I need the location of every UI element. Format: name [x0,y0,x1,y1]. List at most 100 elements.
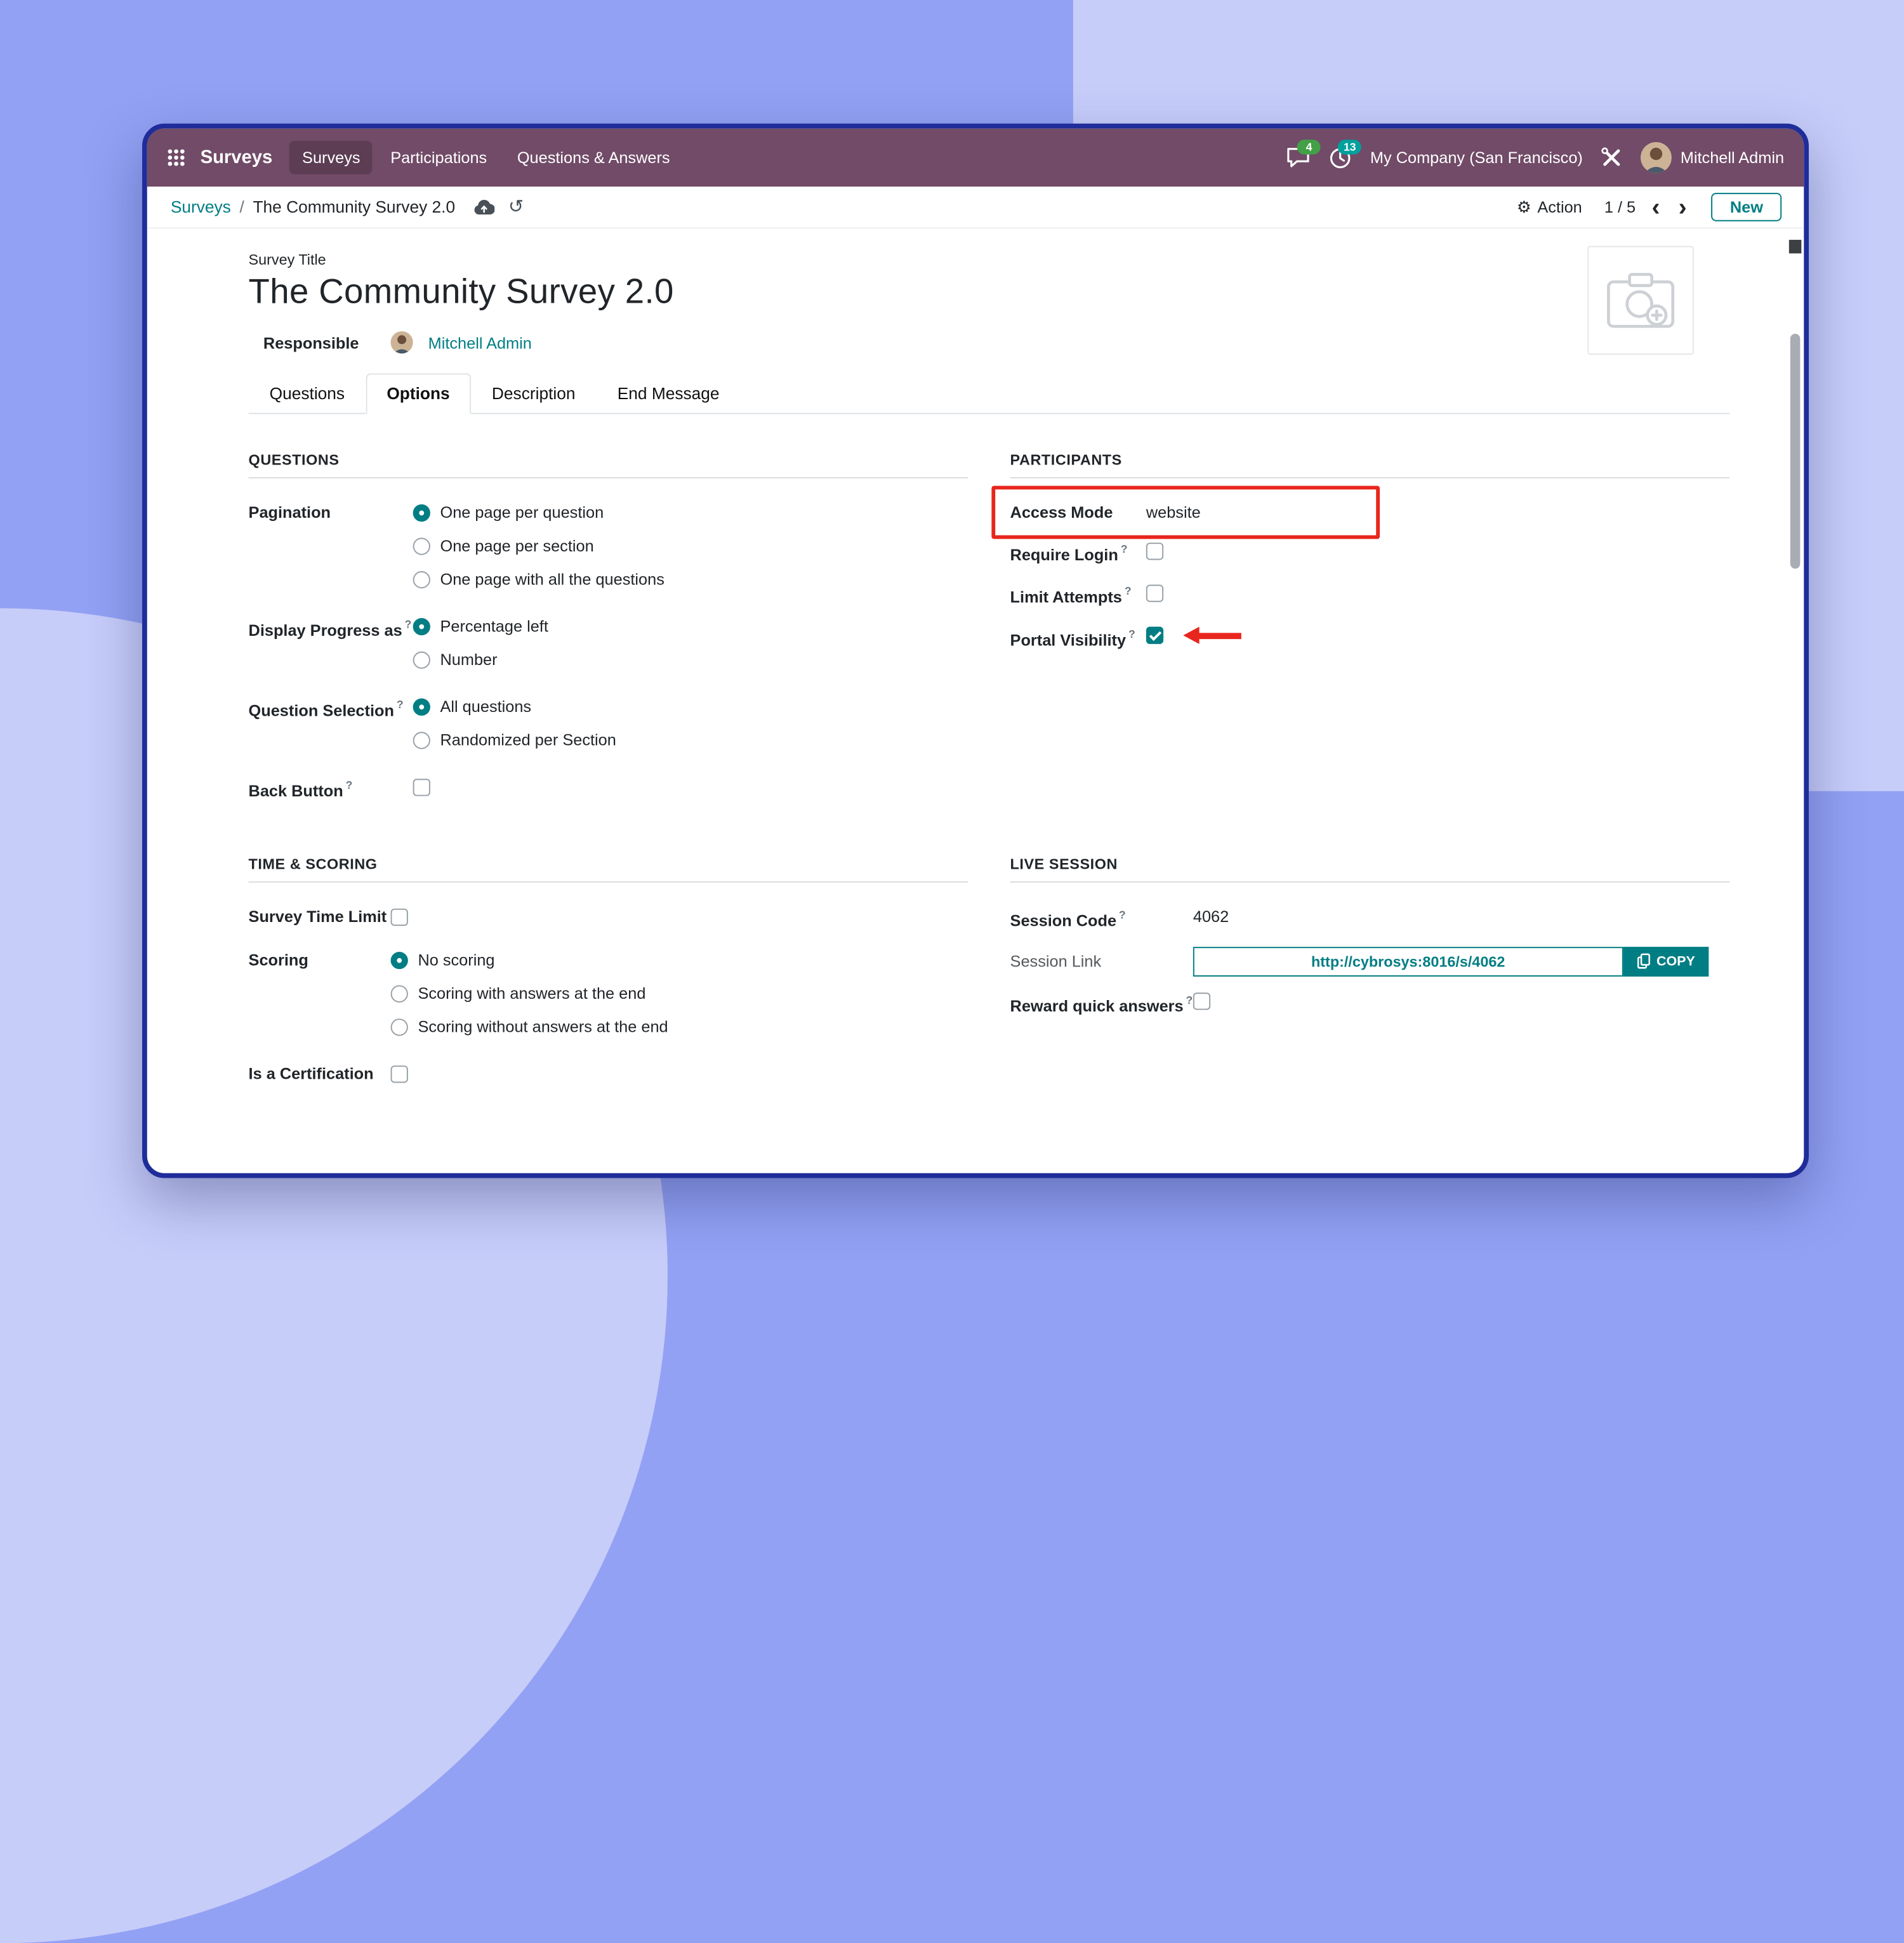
messages-button[interactable]: 4 [1286,147,1311,168]
help-marker[interactable]: ? [397,699,404,711]
pagination-option-one-page-per-question[interactable]: One page per question [413,496,969,529]
is-certification-checkbox[interactable] [391,1065,408,1083]
field-question-selection: Question Selection? All questions Random… [249,690,969,756]
help-marker[interactable]: ? [1128,628,1135,640]
action-menu-button[interactable]: ⚙ Action [1517,198,1582,216]
section-title-live-session: LIVE SESSION [1010,856,1730,883]
scroll-up-button[interactable] [1789,240,1801,253]
wrench-icon [1601,147,1622,168]
nav-item-surveys[interactable]: Surveys [290,140,373,174]
notebook-tabs: Questions Options Description End Messag… [249,373,1730,414]
scoring-option-no-scoring[interactable]: No scoring [391,944,969,977]
display-progress-option-percentage-left[interactable]: Percentage left [413,609,969,643]
company-switcher[interactable]: My Company (San Francisco) [1370,148,1583,167]
options-form: QUESTIONS Pagination One page per questi… [249,451,1730,1100]
access-mode-value[interactable]: website [1146,503,1201,522]
portal-visibility-arrow-annotation [1183,627,1241,644]
nav-item-participations[interactable]: Participations [378,140,499,174]
field-limit-attempts: Limit Attempts? [1010,576,1730,614]
odoo-app-window: Surveys Surveys Participations Questions… [142,124,1809,1178]
radio-icon[interactable] [413,537,430,554]
radio-icon[interactable] [391,985,408,1002]
scoring-option-without-answers[interactable]: Scoring without answers at the end [391,1010,969,1044]
radio-selected-icon[interactable] [413,698,430,715]
nav-item-questions-answers[interactable]: Questions & Answers [505,140,682,174]
apps-menu-button[interactable] [159,141,193,175]
breadcrumb-separator: / [239,198,244,216]
top-navbar: Surveys Surveys Participations Questions… [147,129,1804,187]
tab-options[interactable]: Options [366,373,471,414]
activities-button[interactable]: 13 [1330,147,1352,169]
scoring-option-with-answers[interactable]: Scoring with answers at the end [391,977,969,1011]
session-code-label: Session Code? [1010,900,1193,938]
require-login-checkbox[interactable] [1146,542,1163,559]
tab-questions[interactable]: Questions [249,373,366,414]
scoring-label: Scoring [249,944,391,977]
help-marker[interactable]: ? [346,779,353,791]
app-brand[interactable]: Surveys [201,147,273,168]
tab-description[interactable]: Description [471,373,597,414]
survey-image-placeholder[interactable] [1587,246,1694,355]
group-time-scoring: TIME & SCORING Survey Time Limit Scoring [249,856,969,1101]
radio-icon[interactable] [413,651,430,668]
help-marker[interactable]: ? [405,618,412,630]
survey-title[interactable]: The Community Survey 2.0 [249,272,1730,312]
pager-previous-button[interactable]: ‹ [1649,199,1663,216]
radio-selected-icon[interactable] [413,504,430,521]
field-survey-time-limit: Survey Time Limit [249,900,969,934]
vertical-scrollbar[interactable] [1789,235,1801,1168]
is-certification-label: Is a Certification [249,1057,391,1091]
field-portal-visibility: Portal Visibility? [1010,619,1730,656]
radio-selected-icon[interactable] [391,952,408,969]
portal-visibility-checkbox[interactable] [1146,627,1163,644]
radio-icon[interactable] [413,731,430,748]
radio-icon[interactable] [391,1018,408,1036]
navbar-right: 4 13 My Company (San Francisco) [1286,142,1784,173]
responsible-value[interactable]: Mitchell Admin [428,333,532,352]
help-marker[interactable]: ? [1125,585,1132,597]
question-selection-option-randomized[interactable]: Randomized per Section [413,723,969,757]
pagination-option-one-page-all-questions[interactable]: One page with all the questions [413,562,969,596]
limit-attempts-checkbox[interactable] [1146,584,1163,602]
access-mode-label: Access Mode [1010,496,1146,529]
user-avatar [1641,142,1672,173]
scrollbar-thumb[interactable] [1790,334,1801,569]
radio-selected-icon[interactable] [413,617,430,635]
session-code-value[interactable]: 4062 [1193,908,1229,926]
navbar-left: Surveys Surveys Participations Questions… [159,141,682,175]
field-is-certification: Is a Certification [249,1057,969,1091]
breadcrumb-surveys-link[interactable]: Surveys [171,198,231,216]
user-menu[interactable]: Mitchell Admin [1641,142,1784,173]
survey-time-limit-checkbox[interactable] [391,908,408,925]
display-progress-option-number[interactable]: Number [413,643,969,676]
session-link-control: http://cybrosys:8016/s/4062 COPY [1193,947,1709,977]
save-cloud-button[interactable] [473,199,494,215]
debug-tools-button[interactable] [1601,147,1622,168]
session-link-label: Session Link [1010,947,1193,977]
radio-icon[interactable] [413,570,430,588]
group-live-session: LIVE SESSION Session Code? 4062 Session … [1010,856,1730,1101]
help-marker[interactable]: ? [1121,543,1128,555]
display-progress-label: Display Progress as? [249,609,413,647]
portal-visibility-label: Portal Visibility? [1010,619,1146,656]
new-button[interactable]: New [1712,193,1782,221]
control-panel: Surveys / The Community Survey 2.0 ↺ [147,187,1804,228]
reward-quick-answers-checkbox[interactable] [1193,993,1210,1010]
pagination-option-one-page-per-section[interactable]: One page per section [413,529,969,563]
question-selection-option-all-questions[interactable]: All questions [413,690,969,723]
breadcrumb: Surveys / The Community Survey 2.0 ↺ [171,198,524,216]
discard-button[interactable]: ↺ [508,198,524,216]
responsible-row: Responsible Mitchell Admin [263,331,1729,353]
session-link-value[interactable]: http://cybrosys:8016/s/4062 [1193,947,1623,977]
help-marker[interactable]: ? [1186,994,1193,1006]
undo-icon: ↺ [508,198,524,216]
group-questions: QUESTIONS Pagination One page per questi… [249,451,969,821]
back-button-checkbox[interactable] [413,778,430,795]
pager-value: 1 / 5 [1604,198,1636,216]
copy-button[interactable]: COPY [1623,947,1709,977]
tab-end-message[interactable]: End Message [597,373,741,414]
pager-next-button[interactable]: › [1676,199,1689,216]
help-marker[interactable]: ? [1119,909,1126,921]
responsible-avatar [391,331,413,353]
screenshot-stage: Surveys Surveys Participations Questions… [0,0,1904,1269]
